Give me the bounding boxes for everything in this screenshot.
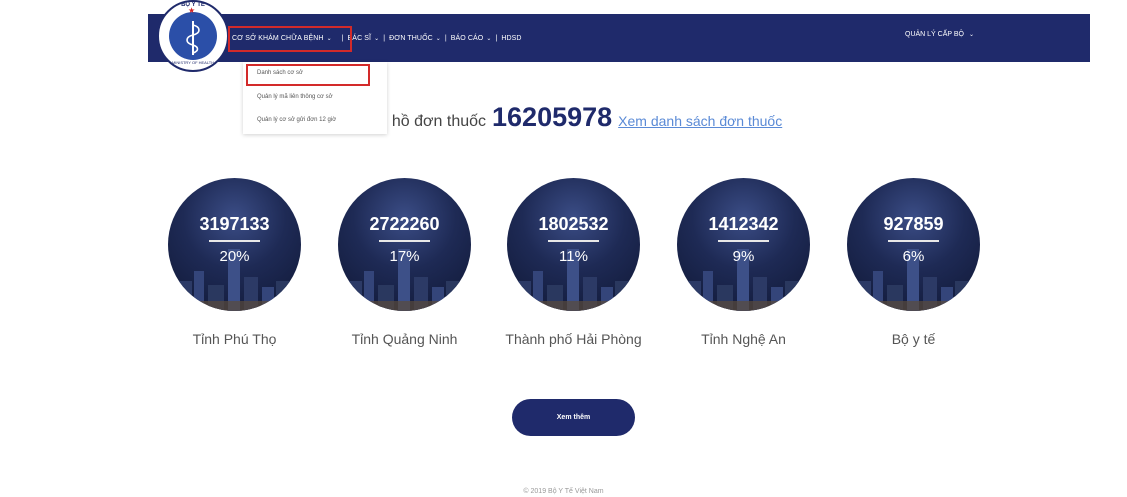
headline-prefix: ; hồ đơn thuốc	[383, 113, 487, 130]
stat-circle: 927859 6%	[847, 178, 980, 311]
nav-item-quan-ly-cap-bo[interactable]: QUẢN LÝ CẤP BỘ ⌄	[905, 31, 974, 38]
stat-card: 1802532 11% Thành phố Hải Phòng	[505, 178, 642, 347]
stat-divider	[718, 240, 769, 242]
stat-value: 3197133	[199, 214, 270, 234]
chevron-down-icon: ⌄	[968, 32, 974, 38]
prescription-total: 16205978	[492, 102, 613, 132]
nav-highlight-box	[228, 26, 352, 52]
chevron-down-icon: ⌄	[435, 35, 441, 42]
stat-card: 2722260 17% Tỉnh Quảng Ninh	[338, 178, 471, 347]
prescription-total-headline: ; hồ đơn thuốc 16205978 Xem danh sách đơ…	[383, 102, 782, 133]
star-icon: ★	[188, 6, 196, 15]
ministry-logo[interactable]: BỘ Y TẾ ★ MINISTRY OF HEALTH	[157, 0, 229, 72]
view-more-button[interactable]: Xem thêm	[512, 399, 635, 436]
dropdown-item-quan-ly-co-so-gui-don[interactable]: Quản lý cơ sở gửi đơn 12 giờ	[257, 117, 336, 123]
dropdown-highlight-box	[246, 64, 370, 86]
chevron-down-icon: ⌄	[486, 35, 492, 42]
stat-value: 1802532	[538, 214, 609, 234]
view-prescriptions-link[interactable]: Xem danh sách đơn thuốc	[618, 113, 782, 129]
nav-item-bao-cao[interactable]: BÁO CÁO ⌄	[451, 35, 492, 42]
stat-percent: 9%	[732, 248, 755, 265]
stat-percent: 17%	[389, 248, 420, 265]
nav-item-label: HDSD	[501, 34, 522, 42]
footer-copyright: © 2019 Bộ Y Tế Việt Nam	[523, 488, 604, 495]
stat-percent: 11%	[559, 248, 588, 265]
stat-circle: 1802532 11%	[507, 178, 640, 311]
stat-value: 2722260	[369, 214, 440, 234]
nav-separator: |	[444, 34, 447, 42]
dropdown-item-quan-ly-ma-lien-thong[interactable]: Quản lý mã liên thông cơ sở	[257, 94, 333, 100]
caduceus-icon	[186, 21, 200, 55]
stat-divider	[209, 240, 260, 242]
nav-separator: |	[495, 34, 498, 42]
nav-item-label: BÁO CÁO	[450, 34, 484, 42]
stat-card: 3197133 20% Tỉnh Phú Thọ	[168, 178, 301, 347]
nav-item-hdsd[interactable]: HDSD	[501, 35, 521, 42]
nav-item-don-thuoc[interactable]: ĐƠN THUỐC ⌄	[389, 35, 441, 42]
stat-value: 927859	[883, 214, 944, 234]
nav-item-bac-si[interactable]: BÁC SĨ ⌄	[348, 35, 380, 42]
logo-bottom-text: MINISTRY OF HEALTH	[171, 60, 215, 65]
stat-value: 1412342	[708, 214, 779, 234]
stat-circle: 1412342 9%	[677, 178, 810, 311]
stat-circle: 3197133 20%	[168, 178, 301, 311]
stat-percent: 20%	[219, 248, 250, 265]
nav-separator: |	[383, 34, 386, 42]
stat-label: Bộ y tế	[891, 331, 936, 347]
stat-card: 1412342 9% Tỉnh Nghệ An	[677, 178, 810, 347]
stat-divider	[888, 240, 939, 242]
stat-divider	[548, 240, 599, 242]
stat-card: 927859 6% Bộ y tế	[847, 178, 980, 347]
stat-divider	[379, 240, 430, 242]
stat-percent: 6%	[902, 248, 925, 265]
nav-right-label: QUẢN LÝ CẤP BỘ	[905, 31, 965, 38]
chevron-down-icon: ⌄	[374, 35, 380, 42]
nav-item-label: ĐƠN THUỐC	[389, 34, 433, 42]
stat-circle: 2722260 17%	[338, 178, 471, 311]
